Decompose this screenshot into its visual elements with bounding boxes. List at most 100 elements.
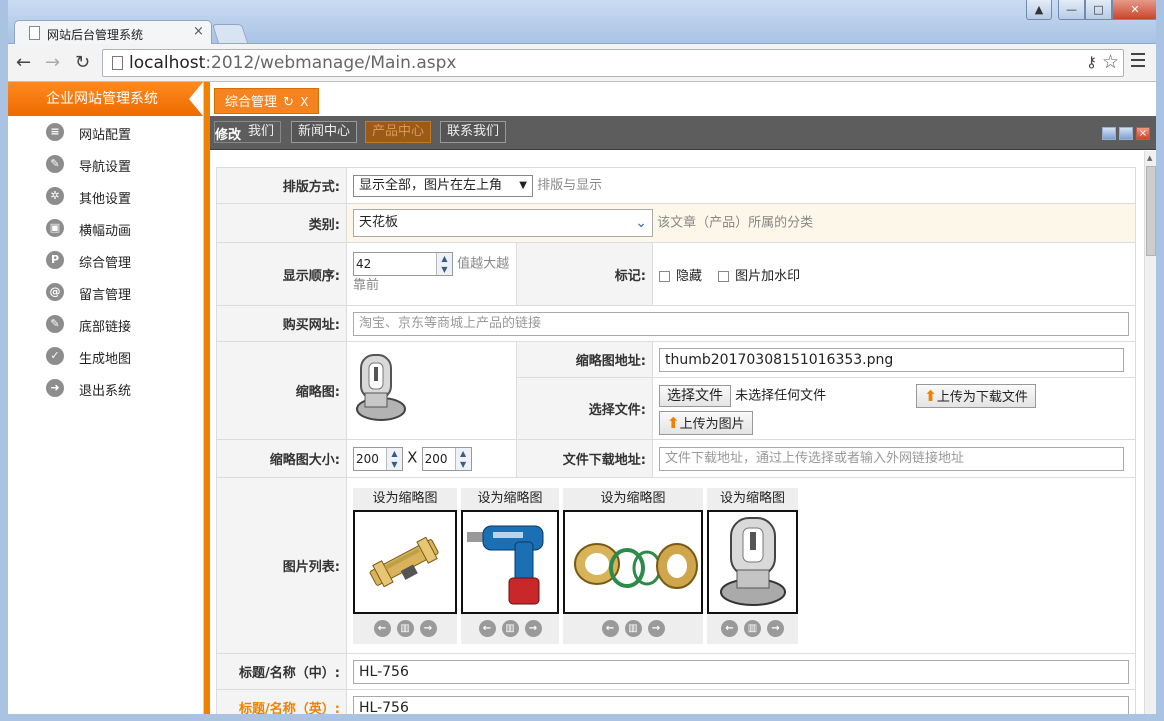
sidebar-item-nav-settings[interactable]: ✎ 导航设置 — [8, 148, 203, 180]
sidebar: 企业网站管理系统 ≡ 网站配置 ✎ 导航设置 ✲ 其他设置 ▣ 横幅动画 P 综合管理 @… — [8, 82, 204, 714]
title-cn-input[interactable]: HL-756 — [353, 659, 1129, 684]
trash-icon[interactable]: ▥ — [744, 619, 761, 637]
spinner-arrows-icon[interactable]: ▲ ▼ — [454, 447, 471, 470]
panel-close-button[interactable]: × — [1136, 127, 1150, 140]
sidebar-item-banner[interactable]: ▣ 横幅动画 — [8, 212, 203, 244]
sidebar-item-logout[interactable]: ➜ 退出系统 — [8, 372, 203, 404]
sidebar-item-messages[interactable]: @ 留言管理 — [8, 276, 203, 308]
thumb-url-input[interactable]: thumb20170308151016353.png — [659, 347, 1124, 372]
move-right-icon[interactable]: → — [419, 619, 437, 637]
form-row-buy-url: 购买网址: 淘宝、京东等商城上产品的链接 — [216, 305, 1136, 342]
set-thumbnail-link[interactable]: 设为缩略图 — [461, 487, 559, 510]
hidden-checkbox[interactable] — [659, 270, 670, 282]
set-thumbnail-link[interactable]: 设为缩略图 — [563, 487, 703, 510]
close-tab-icon[interactable]: × — [193, 24, 204, 39]
tab-general-manage[interactable]: 综合管理 ↻ X — [214, 88, 320, 114]
panel-minimize-button[interactable] — [1102, 127, 1116, 140]
category-select[interactable]: 天花板 ⌄ — [353, 209, 653, 237]
reload-icon[interactable]: ↻ — [75, 52, 90, 73]
layout-select[interactable]: 显示全部，图片在左上角 ▼ — [353, 174, 533, 197]
buy-url-input[interactable]: 淘宝、京东等商城上产品的链接 — [353, 311, 1129, 336]
move-right-icon[interactable]: → — [524, 619, 542, 637]
refresh-icon[interactable]: ↻ — [283, 95, 294, 110]
address-bar[interactable]: localhost:2012/webmanage/Main.aspx ⚷ ☆ — [102, 49, 1124, 77]
image-item: 设为缩略图 ← ▥ → — [707, 487, 798, 644]
tab-products[interactable]: 产品中心 — [365, 121, 432, 143]
set-thumbnail-link[interactable]: 设为缩略图 — [707, 487, 798, 510]
product-image-lock[interactable] — [353, 509, 457, 614]
upload-image-label: 上传为图片 — [679, 417, 745, 432]
tab-contact[interactable]: 联系我们 — [440, 121, 507, 143]
sidebar-item-other-settings[interactable]: ✲ 其他设置 — [8, 180, 203, 212]
choose-file-button[interactable]: 选择文件 — [659, 385, 731, 407]
thumb-width-value: 200 — [356, 451, 379, 466]
key-icon[interactable]: ⚷ — [1086, 53, 1097, 71]
chevron-down-icon: ⌄ — [635, 215, 647, 231]
upload-download-button[interactable]: ⬆上传为下载文件 — [916, 384, 1036, 408]
scroll-up-icon[interactable]: ▲ — [1147, 154, 1152, 162]
image-ops: ← ▥ → — [707, 614, 798, 644]
product-image-fittings[interactable] — [563, 509, 703, 614]
move-right-icon[interactable]: → — [767, 619, 784, 637]
browser-toolbar: ← → ↻ localhost:2012/webmanage/Main.aspx… — [0, 44, 1164, 82]
move-left-icon[interactable]: ← — [601, 619, 619, 637]
tab-news[interactable]: 新闻中心 — [291, 121, 358, 143]
p-circle-icon: P — [46, 251, 64, 269]
order-label: 显示顺序: — [216, 242, 347, 306]
trash-icon[interactable]: ▥ — [624, 619, 642, 637]
dropdown-arrow-icon: ▼ — [519, 179, 527, 191]
user-icon[interactable]: ▲ — [1026, 0, 1052, 20]
move-left-icon[interactable]: ← — [721, 619, 738, 637]
minimize-button[interactable]: — — [1058, 0, 1085, 20]
sidebar-item-general-manage[interactable]: P 综合管理 — [8, 244, 203, 276]
content-panel: 综合管理 ↻ X 我们 修改 新闻中心 产品中心 联系我们 × 排版方式: 显示… — [204, 82, 1156, 714]
sidebar-item-site-config[interactable]: ≡ 网站配置 — [8, 116, 203, 148]
sidebar-item-sitemap[interactable]: ✓ 生成地图 — [8, 340, 203, 372]
close-icon[interactable]: X — [300, 95, 308, 109]
thumb-url-label: 缩略图地址: — [516, 341, 653, 378]
app-root: 企业网站管理系统 ≡ 网站配置 ✎ 导航设置 ✲ 其他设置 ▣ 横幅动画 P 综合管理 @… — [8, 82, 1156, 714]
image-ops: ← ▥ → — [563, 614, 703, 644]
move-left-icon[interactable]: ← — [478, 619, 496, 637]
form-scrollbar[interactable]: ▲ — [1144, 151, 1156, 714]
title-en-input[interactable]: HL-756 — [353, 695, 1129, 714]
spinner-arrows-icon[interactable]: ▲ ▼ — [386, 447, 402, 470]
window-close-button[interactable]: ✕ — [1112, 0, 1158, 20]
watermark-checkbox[interactable] — [718, 270, 730, 282]
order-stepper[interactable]: 42 ▲ ▼ — [353, 252, 453, 276]
product-image-holder[interactable] — [707, 509, 798, 614]
inner-header: 我们 修改 新闻中心 产品中心 联系我们 × — [210, 116, 1156, 150]
forward-arrow-icon[interactable]: → — [45, 52, 60, 73]
upload-image-button[interactable]: ⬆上传为图片 — [659, 411, 753, 435]
tab-label: 综合管理 — [225, 95, 278, 110]
product-image-drill[interactable] — [461, 509, 559, 614]
browser-menu-icon[interactable] — [1131, 53, 1145, 71]
form-row-title-cn: 标题/名称（中）: HL-756 — [216, 653, 1136, 690]
thumb-height-stepper[interactable]: 200 ▲ ▼ — [421, 446, 472, 471]
edit-title: 修改 — [215, 128, 242, 143]
trash-icon[interactable]: ▥ — [396, 619, 414, 637]
category-label: 类别: — [216, 203, 347, 243]
trash-icon[interactable]: ▥ — [501, 619, 519, 637]
set-thumbnail-link[interactable]: 设为缩略图 — [353, 487, 457, 510]
form-row-order: 显示顺序: 42 ▲ ▼ 值越大越靠前 标记: 隐藏 图片加水印 — [216, 242, 1136, 306]
content-tabstrip: 综合管理 ↻ X — [204, 82, 1156, 116]
move-left-icon[interactable]: ← — [373, 619, 391, 637]
browser-tab[interactable]: 网站后台管理系统 × — [14, 20, 212, 45]
bookmark-star-icon[interactable]: ☆ — [1102, 51, 1119, 73]
sidebar-item-footer-links[interactable]: ✎ 底部链接 — [8, 308, 203, 340]
thumb-width-stepper[interactable]: 200 ▲ ▼ — [353, 446, 403, 471]
panel-maximize-button[interactable] — [1119, 127, 1133, 140]
spinner-arrows-icon[interactable]: ▲ ▼ — [436, 253, 452, 275]
upload-download-label: 上传为下载文件 — [936, 390, 1028, 405]
download-url-input[interactable]: 文件下载地址，通过上传选择或者输入外网链接地址 — [659, 446, 1124, 471]
choose-file-label: 选择文件: — [516, 377, 653, 440]
order-value: 42 — [356, 257, 372, 271]
new-tab-button[interactable] — [211, 24, 249, 43]
maximize-button[interactable]: □ — [1085, 0, 1112, 20]
page-icon — [29, 26, 40, 40]
scrollbar-thumb[interactable] — [1146, 166, 1156, 256]
back-arrow-icon[interactable]: ← — [16, 52, 31, 73]
move-right-icon[interactable]: → — [647, 619, 665, 637]
check-icon: ✓ — [46, 347, 64, 365]
